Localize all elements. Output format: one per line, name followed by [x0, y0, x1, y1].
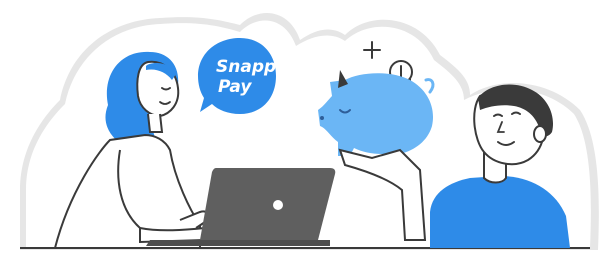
laptop-screen-back — [200, 168, 336, 240]
brand-line-2: Pay — [218, 77, 252, 97]
illustration-scene: Snapp! Pay — [20, 13, 599, 250]
laptop-base — [146, 240, 330, 246]
brand-line-1: Snapp! — [216, 57, 284, 77]
laptop-logo — [273, 200, 283, 210]
